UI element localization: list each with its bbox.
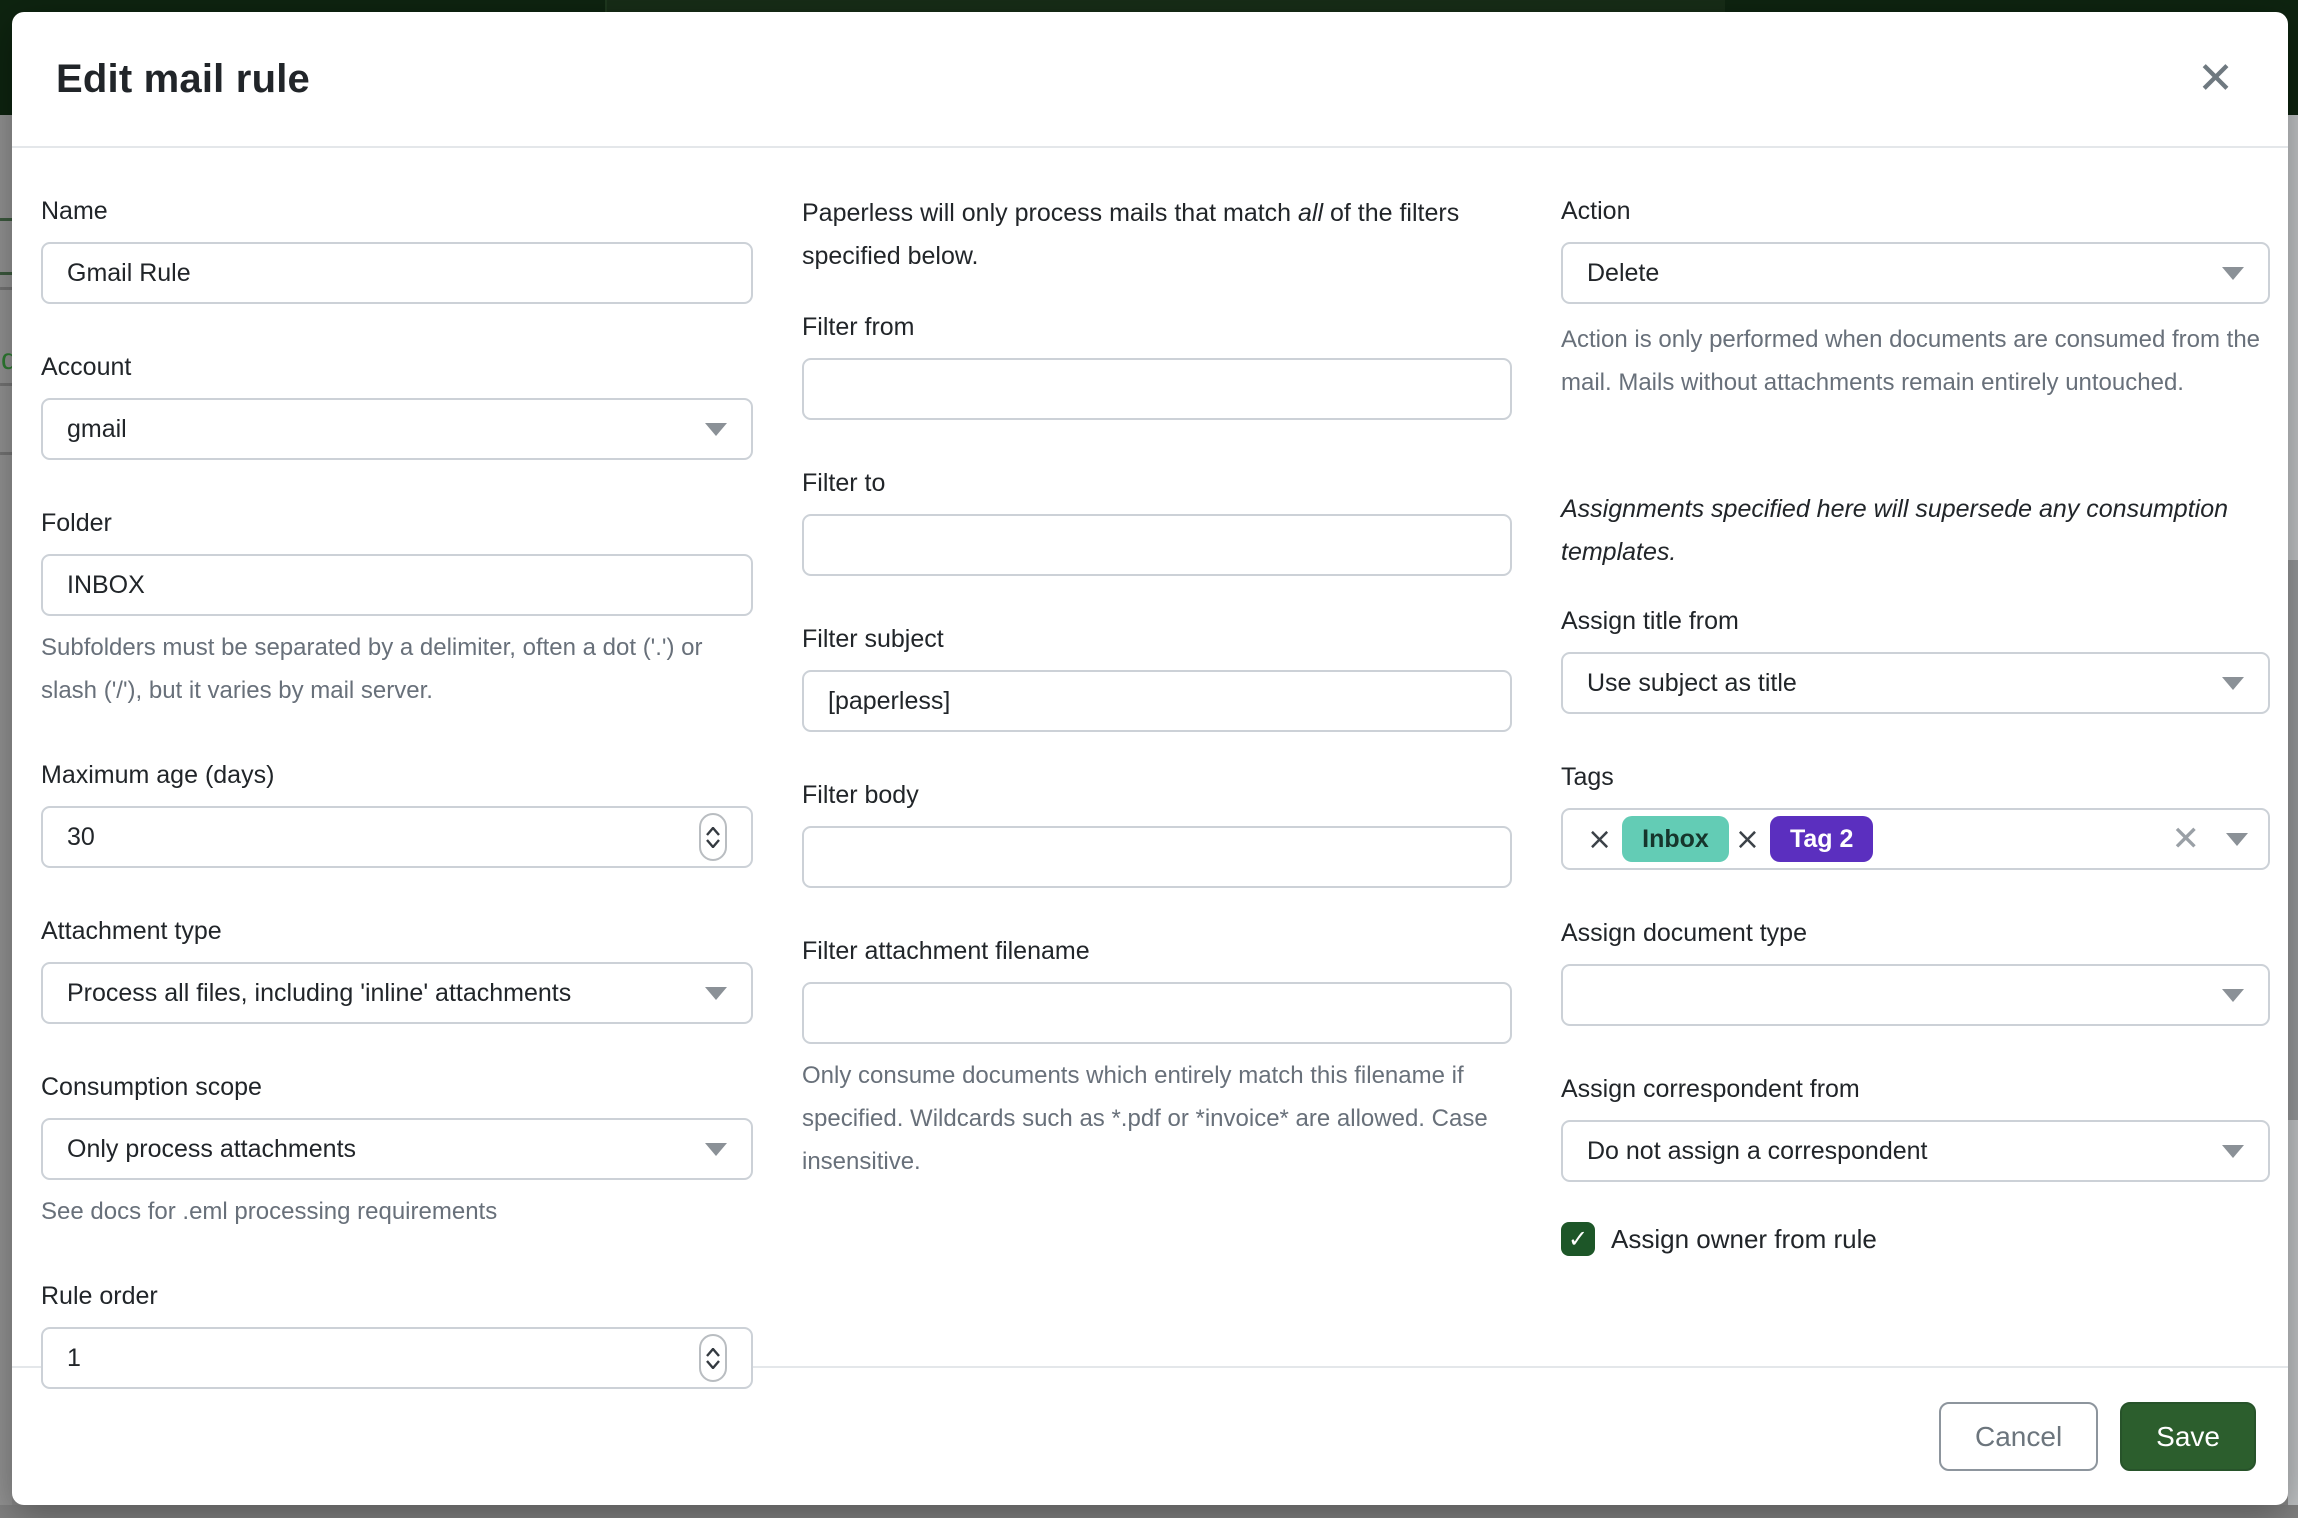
attachment-type-label: Attachment type (41, 912, 753, 950)
tag-remove-icon[interactable]: × (1729, 822, 1770, 857)
stepper-up-icon[interactable] (706, 827, 720, 836)
chevron-down-icon (2222, 1145, 2244, 1158)
chevron-down-icon (2222, 677, 2244, 690)
filter-to-label: Filter to (802, 464, 1512, 502)
number-stepper[interactable] (699, 1334, 727, 1382)
assign-owner-row: ✓ Assign owner from rule (1561, 1222, 2270, 1256)
close-icon[interactable]: ✕ (2187, 53, 2244, 105)
filter-from-input[interactable] (802, 358, 1512, 420)
background-table-line (0, 287, 12, 290)
max-age-input[interactable] (41, 806, 753, 868)
column-filters: Paperless will only process mails that m… (802, 192, 1512, 1433)
dialog-title: Edit mail rule (56, 57, 310, 102)
assign-correspondent-from-label: Assign correspondent from (1561, 1070, 2270, 1108)
action-help-text: Action is only performed when documents … (1561, 318, 2270, 404)
column-general: Name Account gmail Folder Subfolders mus… (41, 192, 753, 1433)
attachment-type-select-value: Process all files, including 'inline' at… (67, 979, 571, 1008)
assign-document-type-label: Assign document type (1561, 914, 2270, 952)
tag-chip[interactable]: Inbox (1622, 816, 1729, 862)
background-table-line (0, 218, 12, 221)
folder-help-text: Subfolders must be separated by a delimi… (41, 626, 753, 712)
chevron-down-icon (2222, 989, 2244, 1002)
tag-chip[interactable]: Tag 2 (1770, 816, 1873, 862)
filter-attachment-filename-help-text: Only consume documents which entirely ma… (802, 1054, 1512, 1183)
assign-document-type-select[interactable] (1561, 964, 2270, 1026)
account-select-value: gmail (67, 415, 127, 444)
assign-title-from-label: Assign title from (1561, 602, 2270, 640)
action-select-value: Delete (1587, 259, 1659, 288)
column-action-assignments: Action Delete Action is only performed w… (1561, 192, 2270, 1433)
background-scrollbar[interactable] (2288, 115, 2298, 1518)
account-select[interactable]: gmail (41, 398, 753, 460)
filters-intro-prefix: Paperless will only process mails that m… (802, 199, 1298, 227)
stepper-down-icon[interactable] (706, 1360, 720, 1369)
consumption-scope-select[interactable]: Only process attachments (41, 1118, 753, 1180)
assign-owner-checkbox[interactable]: ✓ (1561, 1222, 1595, 1256)
chevron-down-icon (705, 1143, 727, 1156)
folder-input[interactable] (41, 554, 753, 616)
save-button[interactable]: Save (2120, 1402, 2256, 1471)
chevron-down-icon (705, 987, 727, 1000)
folder-label: Folder (41, 504, 753, 542)
rule-order-input[interactable] (41, 1327, 753, 1389)
stepper-up-icon[interactable] (706, 1348, 720, 1357)
background-scrollbar-thumb[interactable] (2288, 560, 2298, 1120)
filter-subject-label: Filter subject (802, 620, 1512, 658)
tags-multiselect[interactable]: × Inbox × Tag 2 ✕ (1561, 808, 2270, 870)
filter-subject-input[interactable] (802, 670, 1512, 732)
assign-correspondent-from-select[interactable]: Do not assign a correspondent (1561, 1120, 2270, 1182)
chevron-down-icon (2226, 833, 2248, 846)
filter-attachment-filename-input[interactable] (802, 982, 1512, 1044)
action-select[interactable]: Delete (1561, 242, 2270, 304)
dialog-header: Edit mail rule ✕ (12, 12, 2288, 148)
filters-intro-italic: all (1298, 199, 1323, 227)
background-table-line (0, 272, 12, 275)
background-page-bottom-sliver (0, 1505, 2298, 1518)
filter-from-label: Filter from (802, 308, 1512, 346)
background-table-line (0, 452, 12, 455)
max-age-label: Maximum age (days) (41, 756, 753, 794)
tags-label: Tags (1561, 758, 2270, 796)
attachment-type-select[interactable]: Process all files, including 'inline' at… (41, 962, 753, 1024)
check-icon: ✓ (1568, 1227, 1588, 1251)
chevron-down-icon (705, 423, 727, 436)
chevron-down-icon (2222, 267, 2244, 280)
tag-remove-icon[interactable]: × (1581, 822, 1622, 857)
assign-title-from-select-value: Use subject as title (1587, 669, 1797, 698)
account-label: Account (41, 348, 753, 386)
consumption-scope-select-value: Only process attachments (67, 1135, 356, 1164)
filters-intro-text: Paperless will only process mails that m… (802, 192, 1512, 278)
name-label: Name (41, 192, 753, 230)
number-stepper[interactable] (699, 813, 727, 861)
background-page-left-sliver: d (0, 115, 12, 1518)
dialog-body: Name Account gmail Folder Subfolders mus… (12, 148, 2288, 1366)
cancel-button[interactable]: Cancel (1939, 1402, 2098, 1471)
consumption-scope-help-text: See docs for .eml processing requirement… (41, 1190, 753, 1233)
name-input[interactable] (41, 242, 753, 304)
edit-mail-rule-dialog: Edit mail rule ✕ Name Account gmail (12, 12, 2288, 1505)
background-table-line (0, 383, 12, 386)
assign-owner-label: Assign owner from rule (1611, 1224, 1877, 1255)
filter-body-input[interactable] (802, 826, 1512, 888)
rule-order-label: Rule order (41, 1277, 753, 1315)
stepper-down-icon[interactable] (706, 839, 720, 848)
clear-all-icon[interactable]: ✕ (2172, 819, 2201, 859)
filter-body-label: Filter body (802, 776, 1512, 814)
filter-to-input[interactable] (802, 514, 1512, 576)
screen: d Edit mail rule ✕ Name Account gmail (0, 0, 2298, 1518)
assignments-note: Assignments specified here will supersed… (1561, 488, 2270, 574)
action-label: Action (1561, 192, 2270, 230)
filter-attachment-filename-label: Filter attachment filename (802, 932, 1512, 970)
consumption-scope-label: Consumption scope (41, 1068, 753, 1106)
assign-correspondent-from-select-value: Do not assign a correspondent (1587, 1137, 1928, 1166)
assign-title-from-select[interactable]: Use subject as title (1561, 652, 2270, 714)
